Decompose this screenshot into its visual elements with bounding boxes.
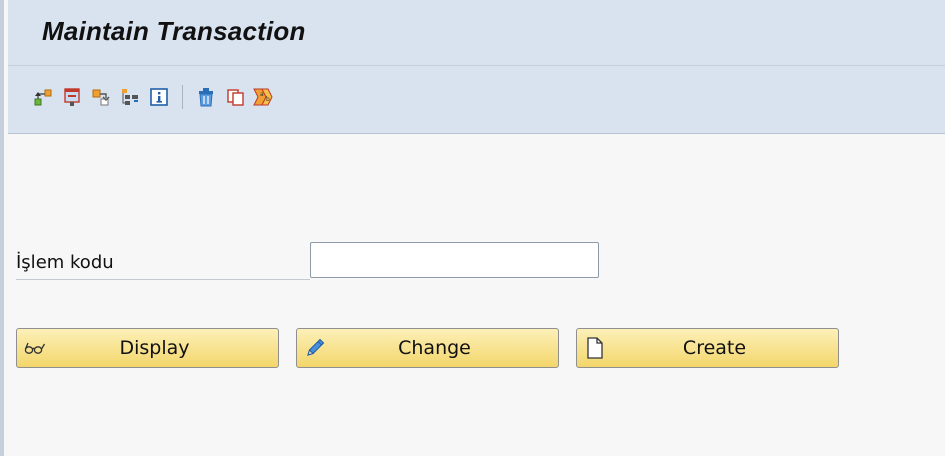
title-divider xyxy=(8,65,945,66)
delete-icon xyxy=(199,88,213,107)
create-button-label: Create xyxy=(682,337,747,359)
svg-text:a: a xyxy=(260,91,264,98)
glasses-icon xyxy=(23,336,47,360)
blank-page-icon xyxy=(583,336,607,360)
title-area: Maintain Transaction a b xyxy=(8,0,945,134)
rename-icon: a b xyxy=(253,88,273,106)
create-button[interactable]: Create xyxy=(576,328,839,368)
page-title: Maintain Transaction xyxy=(42,16,306,46)
sap-window: Maintain Transaction a b İşlem kodu Disp… xyxy=(0,0,945,456)
change-button[interactable]: Change xyxy=(296,328,559,368)
main-content: İşlem kodu Display Change Create xyxy=(8,134,945,456)
svg-text:b: b xyxy=(266,96,270,103)
copy-button[interactable] xyxy=(222,83,248,111)
transaction-code-input[interactable] xyxy=(310,242,599,278)
display-object-button[interactable] xyxy=(59,83,85,111)
pencil-icon xyxy=(303,336,327,360)
rename-button[interactable]: a b xyxy=(251,83,277,111)
hierarchy-up-button[interactable] xyxy=(30,83,56,111)
application-toolbar: a b xyxy=(30,80,280,114)
display-object-icon xyxy=(64,88,80,106)
where-used-icon xyxy=(92,89,110,106)
copy-icon xyxy=(227,89,244,106)
display-button-label: Display xyxy=(119,337,190,359)
where-used-button[interactable] xyxy=(88,83,114,111)
toolbar-separator xyxy=(182,85,183,109)
change-button-label: Change xyxy=(398,337,471,359)
hierarchy-up-icon xyxy=(34,89,52,106)
info-icon xyxy=(150,88,168,106)
info-button[interactable] xyxy=(146,83,172,111)
transaction-code-label: İşlem kodu xyxy=(16,252,310,280)
delete-button[interactable] xyxy=(193,83,219,111)
structure-icon xyxy=(122,89,138,105)
display-button[interactable]: Display xyxy=(16,328,279,368)
structure-button[interactable] xyxy=(117,83,143,111)
